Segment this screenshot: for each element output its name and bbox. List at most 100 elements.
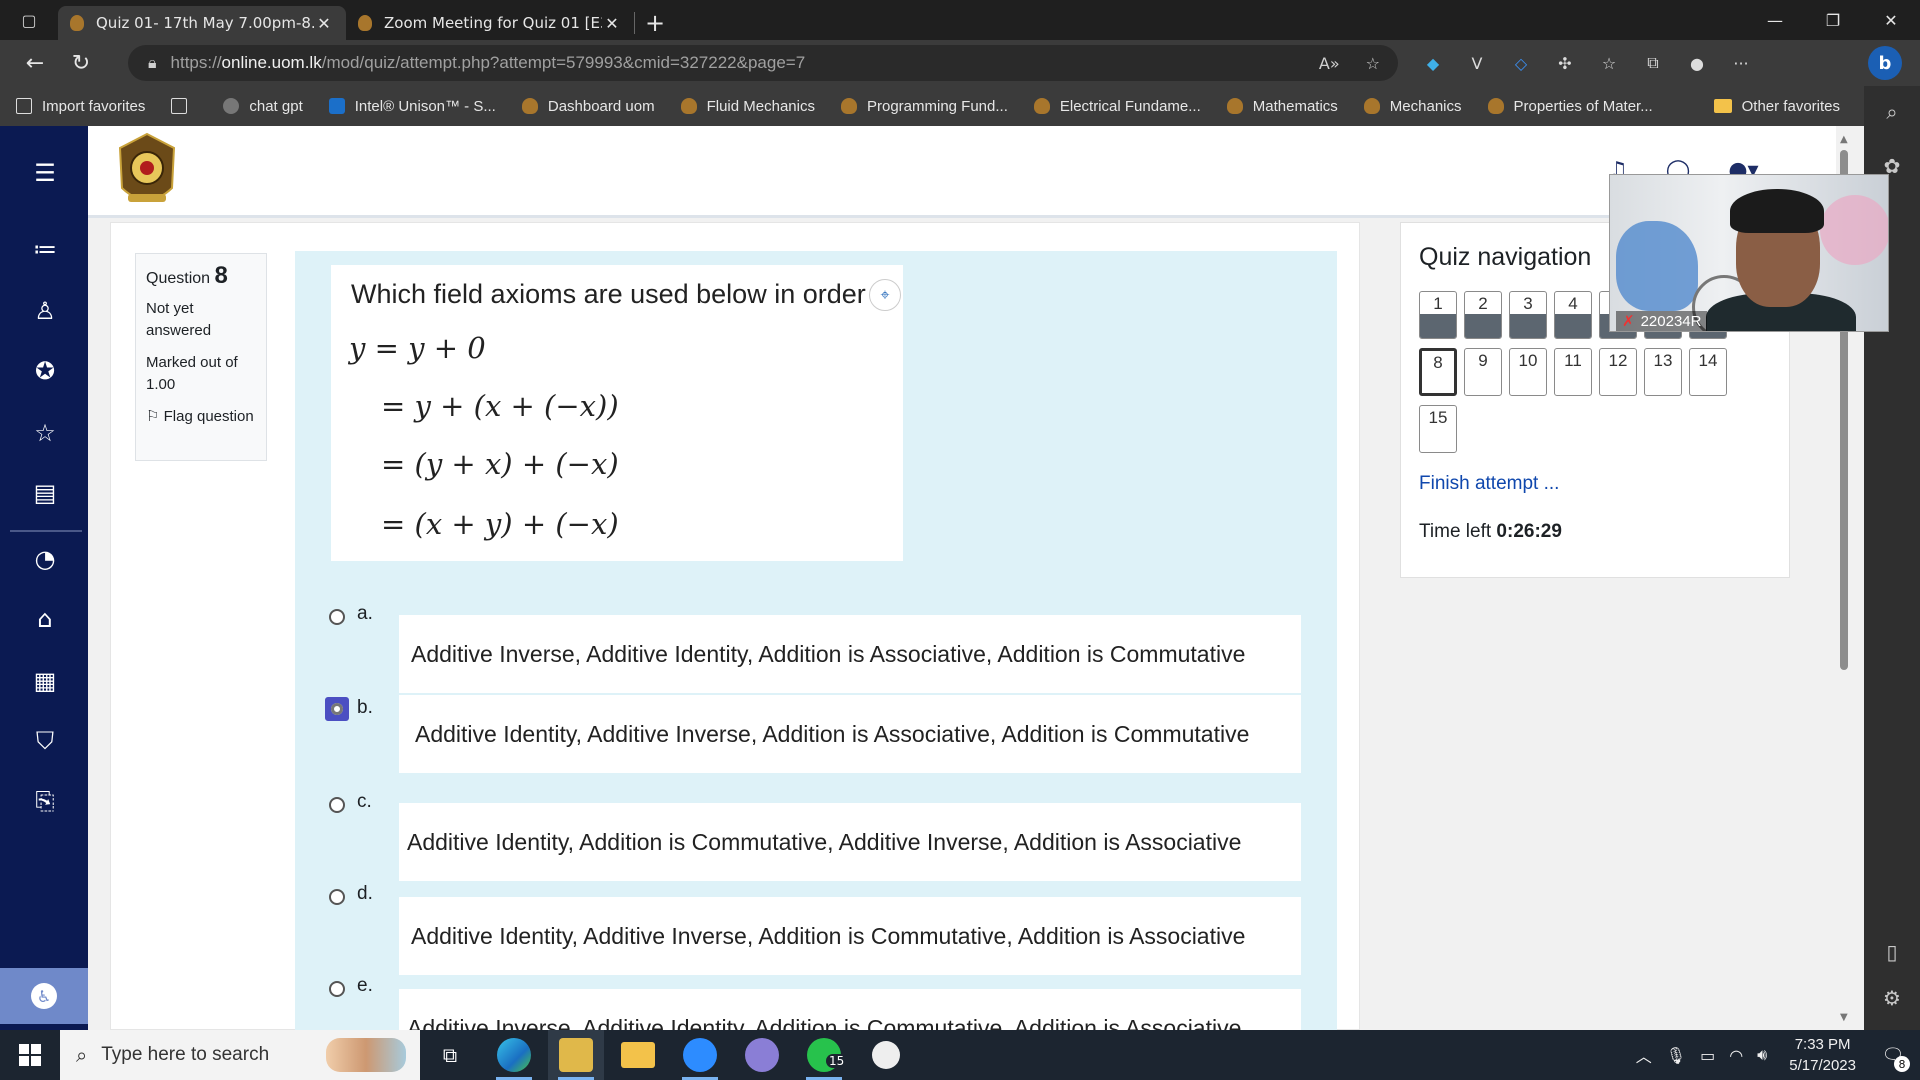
wifi-icon[interactable]: ◠ (1729, 1046, 1743, 1065)
refresh-button[interactable]: ↻ (58, 43, 104, 83)
zoom-video-overlay[interactable]: ✗ 220234R (1609, 174, 1889, 332)
favorite-properties[interactable]: Properties of Mater... (1487, 98, 1653, 115)
extensions-icon[interactable]: ✣ (1552, 50, 1578, 76)
quiz-nav-button-11[interactable]: 11 (1554, 348, 1592, 396)
profile-icon[interactable]: ● (1684, 50, 1710, 76)
edge-taskbar-icon[interactable] (486, 1030, 542, 1080)
finish-attempt-link[interactable]: Finish attempt ... (1419, 473, 1559, 495)
volume-icon[interactable]: 🔊︎ (1757, 1045, 1767, 1065)
extension-icon[interactable]: ◆ (1420, 50, 1446, 76)
quiz-nav-button-15[interactable]: 15 (1419, 405, 1457, 453)
favorite-intel[interactable]: Intel® Unison™ - S... (328, 98, 496, 115)
private-files-icon[interactable]: ⎘ (30, 786, 60, 816)
dashboard-icon[interactable]: ◔ (30, 544, 60, 574)
search-icon[interactable]: ⌕ (1878, 98, 1906, 126)
favorite-fluid[interactable]: Fluid Mechanics (680, 98, 815, 115)
favorite-mathematics[interactable]: Mathematics (1226, 98, 1338, 115)
taskbar-clock[interactable]: 7:33 PM 5/17/2023 (1789, 1034, 1856, 1076)
radio-button[interactable] (329, 981, 345, 997)
quiz-nav-button-3[interactable]: 3 (1509, 291, 1547, 339)
more-menu-icon[interactable]: ··· (1728, 50, 1754, 76)
add-favorite-icon[interactable]: ☆ (1366, 54, 1380, 73)
restore-icon[interactable]: ❐ (1804, 0, 1862, 40)
answer-option-a[interactable]: a. Additive Inverse, Additive Identity, … (325, 599, 1315, 693)
scroll-up-icon[interactable]: ▲ (1840, 134, 1848, 145)
favorite-chatgpt[interactable]: chat gpt (223, 98, 303, 115)
close-tab-icon[interactable]: ✕ (602, 14, 622, 33)
radio-button[interactable] (329, 797, 345, 813)
home-icon[interactable]: ⌂ (30, 604, 60, 634)
url-field[interactable]: 🔒︎ https://online.uom.lk/mod/quiz/attemp… (128, 45, 1398, 81)
option-text[interactable]: Additive Identity, Additive Inverse, Add… (399, 695, 1301, 773)
quiz-nav-button-8[interactable]: 8 (1419, 348, 1457, 396)
extension-icon[interactable]: ◇ (1508, 50, 1534, 76)
answer-option-c[interactable]: c. Additive Identity, Addition is Commut… (325, 787, 1315, 881)
taskbar-search[interactable]: ⌕ Type here to search (60, 1030, 420, 1080)
close-window-icon[interactable]: ✕ (1862, 0, 1920, 40)
new-tab-button[interactable]: + (635, 6, 675, 40)
start-button[interactable] (0, 1030, 60, 1080)
quiz-nav-button-1[interactable]: 1 (1419, 291, 1457, 339)
chevron-up-icon[interactable]: ︿ (1636, 1043, 1652, 1067)
tab-quiz[interactable]: Quiz 01- 17th May 7.00pm-8.00p ✕ (58, 6, 346, 40)
network-app-icon[interactable] (734, 1030, 790, 1080)
sidebar-toggle-icon[interactable]: ▯ (1878, 938, 1906, 966)
zoom-taskbar-icon[interactable] (672, 1030, 728, 1080)
option-text[interactable]: Additive Identity, Addition is Commutati… (399, 803, 1301, 881)
radio-button[interactable] (329, 609, 345, 625)
favorite-programming[interactable]: Programming Fund... (840, 98, 1008, 115)
bing-copilot-icon[interactable]: b (1868, 46, 1902, 80)
favorite-page[interactable] (171, 98, 197, 114)
flag-question-link[interactable]: ⚐ Flag question (146, 406, 256, 428)
battery-icon[interactable]: ▭ (1700, 1046, 1715, 1065)
favorite-mechanics[interactable]: Mechanics (1363, 98, 1462, 115)
close-tab-icon[interactable]: ✕ (314, 14, 334, 33)
participants-icon[interactable]: ♙ (30, 296, 60, 326)
whatsapp-taskbar-icon[interactable]: 15 (796, 1030, 852, 1080)
graduation-cap-icon[interactable]: ⛉ (30, 726, 60, 756)
notifications-button[interactable]: 🗨︎ 8 (1876, 1038, 1910, 1072)
favorite-dashboard[interactable]: Dashboard uom (521, 98, 655, 115)
quiz-nav-button-10[interactable]: 10 (1509, 348, 1547, 396)
star-icon[interactable]: ☆ (30, 418, 60, 448)
hamburger-menu-icon[interactable]: ☰ (30, 158, 60, 188)
tab-actions-button[interactable]: ▢ (0, 0, 58, 40)
quiz-nav-button-12[interactable]: 12 (1599, 348, 1637, 396)
list-icon[interactable]: ≔ (30, 234, 60, 264)
screenshot-app-icon[interactable] (548, 1030, 604, 1080)
answer-option-e[interactable]: e. Additive Inverse, Additive Identity, … (325, 971, 1315, 1030)
task-view-button[interactable]: ⧉ (422, 1030, 478, 1080)
badges-icon[interactable]: ✪ (30, 356, 60, 386)
other-favorites[interactable]: Other favorites (1713, 86, 1840, 126)
option-text[interactable]: Additive Identity, Additive Inverse, Add… (399, 897, 1301, 975)
collections-icon[interactable]: ⧉ (1640, 50, 1666, 76)
back-button[interactable]: ← (12, 43, 58, 83)
microphone-icon[interactable]: 🎙︎ (1666, 1046, 1686, 1065)
answer-option-b[interactable]: b. Additive Identity, Additive Inverse, … (325, 693, 1315, 773)
radio-button-selected[interactable] (325, 697, 349, 721)
tab-zoom[interactable]: Zoom Meeting for Quiz 01 [E3, E ✕ (346, 6, 634, 40)
radio-button[interactable] (329, 889, 345, 905)
quiz-nav-button-2[interactable]: 2 (1464, 291, 1502, 339)
favorite-import[interactable]: Import favorites (16, 98, 145, 115)
read-aloud-icon[interactable]: A» (1319, 54, 1340, 73)
scroll-down-icon[interactable]: ▼ (1840, 1012, 1848, 1023)
quiz-nav-button-14[interactable]: 14 (1689, 348, 1727, 396)
quiz-nav-button-13[interactable]: 13 (1644, 348, 1682, 396)
favorites-icon[interactable]: ☆ (1596, 50, 1622, 76)
quiz-nav-button-9[interactable]: 9 (1464, 348, 1502, 396)
answer-option-d[interactable]: d. Additive Identity, Additive Inverse, … (325, 879, 1315, 975)
option-text[interactable]: Additive Inverse, Additive Identity, Add… (399, 615, 1301, 693)
accessibility-button[interactable]: ♿︎ (0, 968, 88, 1024)
file-explorer-icon[interactable] (610, 1030, 666, 1080)
settings-icon[interactable]: ⚙ (1878, 984, 1906, 1012)
favorite-electrical[interactable]: Electrical Fundame... (1033, 98, 1201, 115)
quiz-nav-button-4[interactable]: 4 (1554, 291, 1592, 339)
minimize-icon[interactable]: — (1746, 0, 1804, 40)
vpn-extension-icon[interactable]: V (1464, 50, 1490, 76)
obs-taskbar-icon[interactable] (858, 1030, 914, 1080)
option-text[interactable]: Additive Inverse, Additive Identity, Add… (399, 989, 1301, 1030)
calendar-icon[interactable]: ▦ (30, 666, 60, 696)
book-icon[interactable]: ▤ (30, 478, 60, 508)
visual-search-icon[interactable]: ⌖ (869, 279, 901, 311)
